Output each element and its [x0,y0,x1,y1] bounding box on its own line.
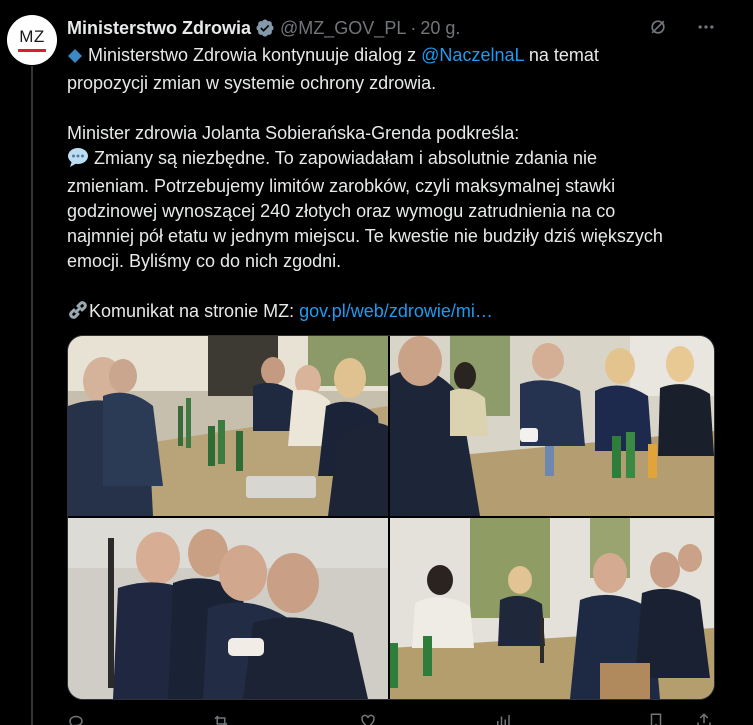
tweet-line-text: Zmiany są niezbędne. To zapowiadałam i a… [89,148,597,168]
blue-diamond-emoji [67,46,83,71]
tweet[interactable]: MZ Ministerstwo Zdrowia @MZ_GOV_PL · 20 … [0,0,753,725]
like-icon[interactable] [359,712,377,725]
tweet-content: Ministerstwo Zdrowia @MZ_GOV_PL · 20 g. [67,14,717,327]
repost-icon[interactable] [212,712,230,725]
photo-meeting-4[interactable] [390,518,714,699]
photo-meeting-2[interactable] [390,336,714,516]
verified-badge-icon [255,18,275,38]
link-emoji [67,300,89,327]
tweet-line: Zmiany są niezbędne. To zapowiadałam i a… [67,146,717,174]
tweet-line: zmieniam. Potrzebujemy limitów zarobków,… [67,176,616,196]
grok-icon[interactable] [647,16,669,38]
share-icon[interactable] [695,712,713,725]
tweet-line: najmniej pół etatu w jednym miejscu. Te … [67,226,663,246]
photo-meeting-3[interactable] [68,518,388,699]
more-dots-icon[interactable] [695,16,717,38]
header-actions [647,16,717,38]
avatar-logo-bar [18,49,46,52]
tweet-actions [67,712,717,725]
tweet-line-text: Ministerstwo Zdrowia kontynuuje dialog z [83,45,422,65]
thread-line [31,66,33,725]
handle[interactable]: @MZ_GOV_PL [280,14,406,42]
avatar-logo-text: MZ [19,27,45,46]
tweet-line-text: Komunikat na stronie MZ: [89,301,300,321]
tweet-line: Minister zdrowia Jolanta Sobierańska-Gre… [67,123,520,143]
avatar[interactable]: MZ [7,15,57,65]
bookmark-icon[interactable] [647,712,665,725]
views-icon[interactable] [494,712,512,725]
timestamp[interactable]: 20 g. [420,14,460,42]
tweet-line: propozycji zmian w systemie ochrony zdro… [67,73,437,93]
tweet-line: godzinowej wynoszącej 240 złotych oraz w… [67,201,616,221]
tweet-line-text: na temat [523,45,599,65]
mention-link[interactable]: @NaczelnaL [421,45,524,65]
display-name[interactable]: Ministerstwo Zdrowia [67,14,251,42]
tweet-text: Ministerstwo Zdrowia kontynuuje dialog z… [67,43,717,327]
tweet-line: Komunikat na stronie MZ: gov.pl/web/zdro… [67,299,717,327]
external-link[interactable]: gov.pl/web/zdrowie/mi… [299,301,493,321]
reply-icon[interactable] [67,712,85,725]
media-grid [67,335,715,700]
tweet-header: Ministerstwo Zdrowia @MZ_GOV_PL · 20 g. [67,14,717,42]
photo-meeting-1[interactable] [68,336,388,516]
speech-balloon-emoji [67,147,89,174]
separator-dot: · [410,18,417,38]
tweet-line: Ministerstwo Zdrowia kontynuuje dialog z… [67,43,717,71]
tweet-line: emocji. Byliśmy co do nich zgodni. [67,251,342,271]
